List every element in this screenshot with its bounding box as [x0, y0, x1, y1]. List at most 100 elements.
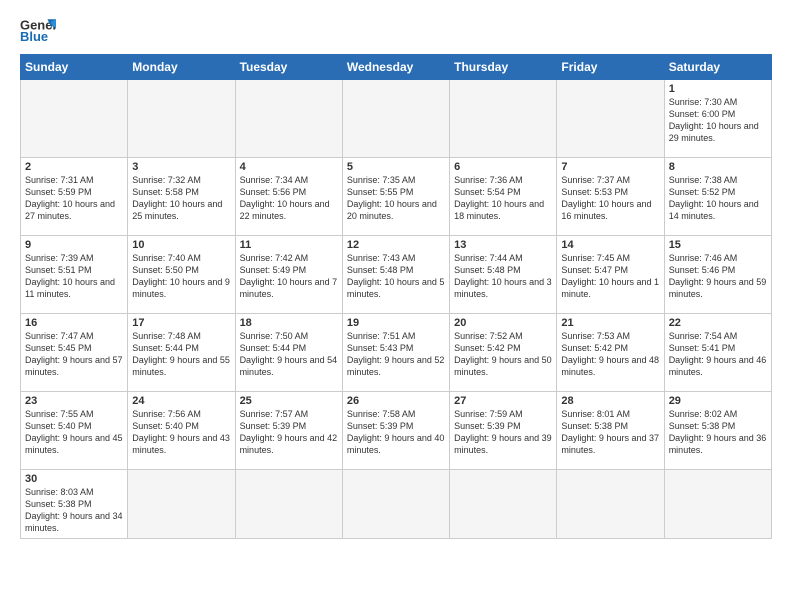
- day-number: 2: [25, 161, 123, 173]
- calendar-cell: 5Sunrise: 7:35 AM Sunset: 5:55 PM Daylig…: [342, 158, 449, 236]
- calendar-cell: 15Sunrise: 7:46 AM Sunset: 5:46 PM Dayli…: [664, 236, 771, 314]
- calendar-cell: [342, 80, 449, 158]
- generalblue-logo-icon: General Blue: [20, 16, 56, 44]
- weekday-header-friday: Friday: [557, 55, 664, 80]
- header: General Blue: [20, 16, 772, 44]
- calendar-cell: 12Sunrise: 7:43 AM Sunset: 5:48 PM Dayli…: [342, 236, 449, 314]
- day-info: Sunrise: 7:37 AM Sunset: 5:53 PM Dayligh…: [561, 174, 659, 223]
- calendar-cell: 9Sunrise: 7:39 AM Sunset: 5:51 PM Daylig…: [21, 236, 128, 314]
- calendar-cell: [450, 470, 557, 539]
- weekday-header-sunday: Sunday: [21, 55, 128, 80]
- day-number: 7: [561, 161, 659, 173]
- calendar-week-5: 23Sunrise: 7:55 AM Sunset: 5:40 PM Dayli…: [21, 392, 772, 470]
- calendar-cell: 23Sunrise: 7:55 AM Sunset: 5:40 PM Dayli…: [21, 392, 128, 470]
- weekday-header-monday: Monday: [128, 55, 235, 80]
- day-number: 4: [240, 161, 338, 173]
- calendar-cell: 20Sunrise: 7:52 AM Sunset: 5:42 PM Dayli…: [450, 314, 557, 392]
- calendar-cell: 14Sunrise: 7:45 AM Sunset: 5:47 PM Dayli…: [557, 236, 664, 314]
- day-info: Sunrise: 7:32 AM Sunset: 5:58 PM Dayligh…: [132, 174, 230, 223]
- weekday-header-wednesday: Wednesday: [342, 55, 449, 80]
- day-info: Sunrise: 7:31 AM Sunset: 5:59 PM Dayligh…: [25, 174, 123, 223]
- day-number: 5: [347, 161, 445, 173]
- calendar-cell: 24Sunrise: 7:56 AM Sunset: 5:40 PM Dayli…: [128, 392, 235, 470]
- calendar-cell: 22Sunrise: 7:54 AM Sunset: 5:41 PM Dayli…: [664, 314, 771, 392]
- page: General Blue SundayMondayTuesdayWednesda…: [0, 0, 792, 612]
- weekday-header-tuesday: Tuesday: [235, 55, 342, 80]
- day-info: Sunrise: 8:02 AM Sunset: 5:38 PM Dayligh…: [669, 408, 767, 457]
- calendar-cell: [235, 470, 342, 539]
- day-number: 21: [561, 317, 659, 329]
- day-number: 24: [132, 395, 230, 407]
- calendar-cell: 18Sunrise: 7:50 AM Sunset: 5:44 PM Dayli…: [235, 314, 342, 392]
- day-number: 23: [25, 395, 123, 407]
- calendar-cell: [128, 470, 235, 539]
- day-number: 10: [132, 239, 230, 251]
- calendar-cell: [450, 80, 557, 158]
- day-number: 6: [454, 161, 552, 173]
- calendar-cell: 30Sunrise: 8:03 AM Sunset: 5:38 PM Dayli…: [21, 470, 128, 539]
- day-number: 18: [240, 317, 338, 329]
- calendar-table: SundayMondayTuesdayWednesdayThursdayFrid…: [20, 54, 772, 539]
- day-info: Sunrise: 7:47 AM Sunset: 5:45 PM Dayligh…: [25, 330, 123, 379]
- day-info: Sunrise: 7:42 AM Sunset: 5:49 PM Dayligh…: [240, 252, 338, 301]
- day-number: 8: [669, 161, 767, 173]
- calendar-cell: 17Sunrise: 7:48 AM Sunset: 5:44 PM Dayli…: [128, 314, 235, 392]
- day-info: Sunrise: 7:39 AM Sunset: 5:51 PM Dayligh…: [25, 252, 123, 301]
- calendar-cell: 11Sunrise: 7:42 AM Sunset: 5:49 PM Dayli…: [235, 236, 342, 314]
- day-info: Sunrise: 7:35 AM Sunset: 5:55 PM Dayligh…: [347, 174, 445, 223]
- calendar-week-4: 16Sunrise: 7:47 AM Sunset: 5:45 PM Dayli…: [21, 314, 772, 392]
- day-info: Sunrise: 7:55 AM Sunset: 5:40 PM Dayligh…: [25, 408, 123, 457]
- day-info: Sunrise: 7:58 AM Sunset: 5:39 PM Dayligh…: [347, 408, 445, 457]
- day-number: 27: [454, 395, 552, 407]
- calendar-cell: 2Sunrise: 7:31 AM Sunset: 5:59 PM Daylig…: [21, 158, 128, 236]
- calendar-cell: 27Sunrise: 7:59 AM Sunset: 5:39 PM Dayli…: [450, 392, 557, 470]
- day-number: 25: [240, 395, 338, 407]
- calendar-cell: 21Sunrise: 7:53 AM Sunset: 5:42 PM Dayli…: [557, 314, 664, 392]
- day-number: 3: [132, 161, 230, 173]
- calendar-week-3: 9Sunrise: 7:39 AM Sunset: 5:51 PM Daylig…: [21, 236, 772, 314]
- day-info: Sunrise: 7:40 AM Sunset: 5:50 PM Dayligh…: [132, 252, 230, 301]
- day-number: 29: [669, 395, 767, 407]
- calendar-cell: 13Sunrise: 7:44 AM Sunset: 5:48 PM Dayli…: [450, 236, 557, 314]
- day-info: Sunrise: 7:45 AM Sunset: 5:47 PM Dayligh…: [561, 252, 659, 301]
- day-info: Sunrise: 7:59 AM Sunset: 5:39 PM Dayligh…: [454, 408, 552, 457]
- day-number: 20: [454, 317, 552, 329]
- calendar-cell: 10Sunrise: 7:40 AM Sunset: 5:50 PM Dayli…: [128, 236, 235, 314]
- day-info: Sunrise: 7:38 AM Sunset: 5:52 PM Dayligh…: [669, 174, 767, 223]
- day-info: Sunrise: 7:50 AM Sunset: 5:44 PM Dayligh…: [240, 330, 338, 379]
- calendar-cell: 4Sunrise: 7:34 AM Sunset: 5:56 PM Daylig…: [235, 158, 342, 236]
- weekday-header-saturday: Saturday: [664, 55, 771, 80]
- calendar-cell: [235, 80, 342, 158]
- calendar-cell: 16Sunrise: 7:47 AM Sunset: 5:45 PM Dayli…: [21, 314, 128, 392]
- day-info: Sunrise: 7:43 AM Sunset: 5:48 PM Dayligh…: [347, 252, 445, 301]
- day-info: Sunrise: 8:03 AM Sunset: 5:38 PM Dayligh…: [25, 486, 123, 535]
- day-info: Sunrise: 7:44 AM Sunset: 5:48 PM Dayligh…: [454, 252, 552, 301]
- calendar-week-6: 30Sunrise: 8:03 AM Sunset: 5:38 PM Dayli…: [21, 470, 772, 539]
- day-info: Sunrise: 7:46 AM Sunset: 5:46 PM Dayligh…: [669, 252, 767, 301]
- day-number: 16: [25, 317, 123, 329]
- day-info: Sunrise: 7:54 AM Sunset: 5:41 PM Dayligh…: [669, 330, 767, 379]
- day-info: Sunrise: 7:36 AM Sunset: 5:54 PM Dayligh…: [454, 174, 552, 223]
- day-number: 30: [25, 473, 123, 485]
- day-number: 9: [25, 239, 123, 251]
- day-info: Sunrise: 8:01 AM Sunset: 5:38 PM Dayligh…: [561, 408, 659, 457]
- day-info: Sunrise: 7:53 AM Sunset: 5:42 PM Dayligh…: [561, 330, 659, 379]
- day-number: 22: [669, 317, 767, 329]
- day-number: 19: [347, 317, 445, 329]
- calendar-cell: 26Sunrise: 7:58 AM Sunset: 5:39 PM Dayli…: [342, 392, 449, 470]
- day-info: Sunrise: 7:30 AM Sunset: 6:00 PM Dayligh…: [669, 96, 767, 145]
- calendar-cell: 3Sunrise: 7:32 AM Sunset: 5:58 PM Daylig…: [128, 158, 235, 236]
- day-info: Sunrise: 7:48 AM Sunset: 5:44 PM Dayligh…: [132, 330, 230, 379]
- calendar-cell: 29Sunrise: 8:02 AM Sunset: 5:38 PM Dayli…: [664, 392, 771, 470]
- day-number: 26: [347, 395, 445, 407]
- calendar-cell: 25Sunrise: 7:57 AM Sunset: 5:39 PM Dayli…: [235, 392, 342, 470]
- calendar-cell: [557, 80, 664, 158]
- day-number: 15: [669, 239, 767, 251]
- calendar-cell: 19Sunrise: 7:51 AM Sunset: 5:43 PM Dayli…: [342, 314, 449, 392]
- day-info: Sunrise: 7:51 AM Sunset: 5:43 PM Dayligh…: [347, 330, 445, 379]
- day-info: Sunrise: 7:56 AM Sunset: 5:40 PM Dayligh…: [132, 408, 230, 457]
- calendar-cell: 1Sunrise: 7:30 AM Sunset: 6:00 PM Daylig…: [664, 80, 771, 158]
- calendar-cell: [557, 470, 664, 539]
- day-number: 28: [561, 395, 659, 407]
- calendar-cell: [664, 470, 771, 539]
